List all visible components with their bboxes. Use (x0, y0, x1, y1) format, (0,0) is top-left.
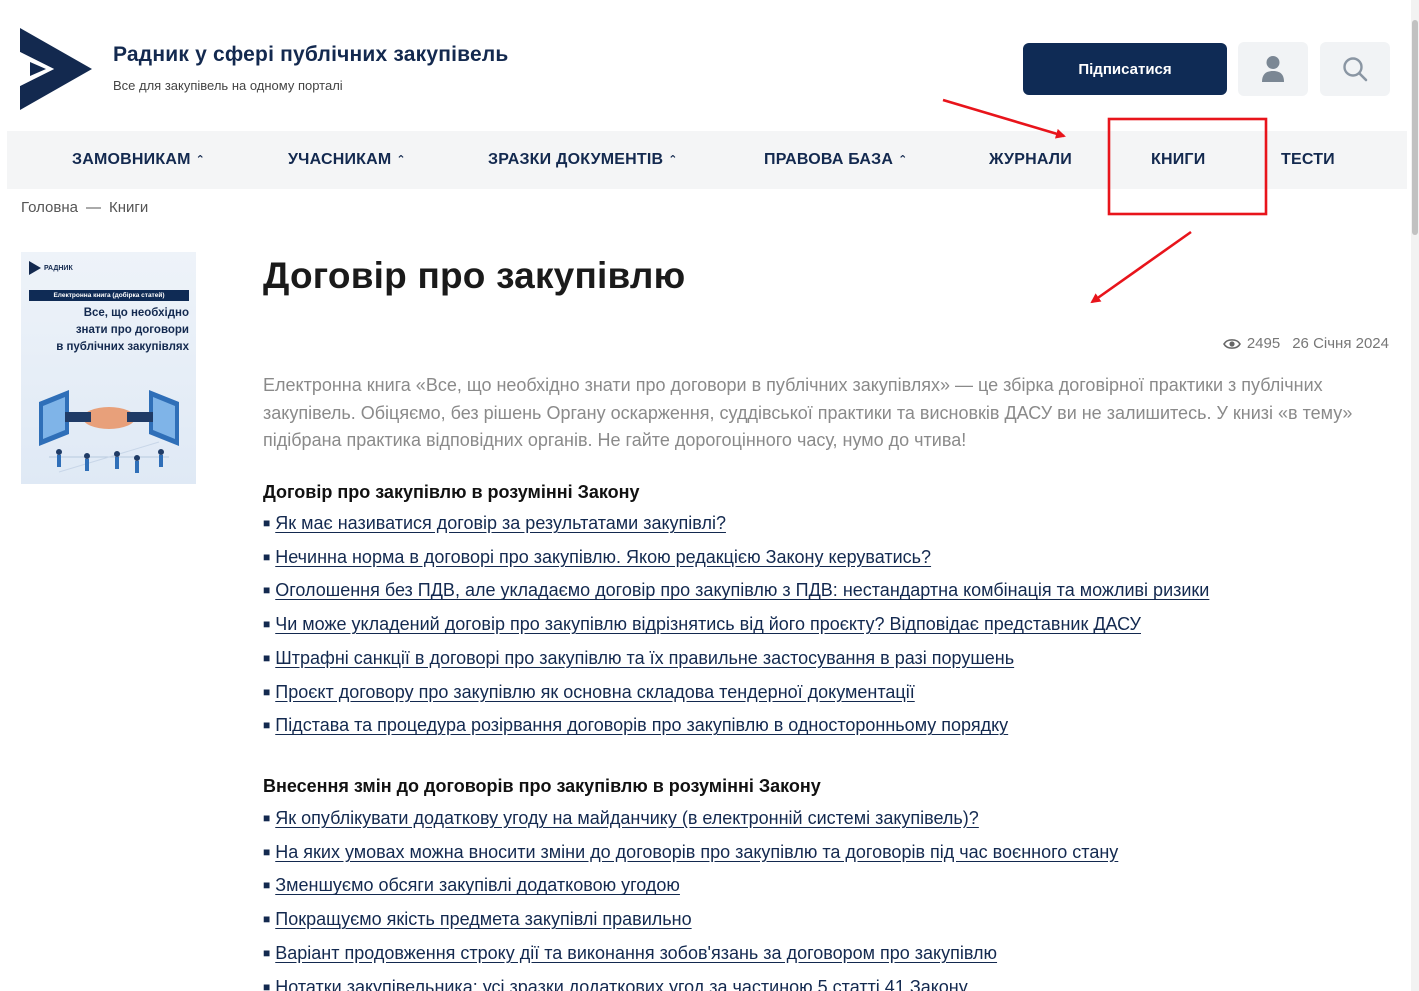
subscribe-button[interactable]: Підписатися (1023, 43, 1227, 95)
article-link-list: ■ Як має називатися договір за результата… (263, 508, 1209, 744)
list-item: ■ Штрафні санкції в договорі про закупівл… (263, 643, 1209, 677)
nav-item-journals[interactable]: ЖУРНАЛИ (989, 131, 1072, 189)
annotation-arrow (1090, 230, 1192, 304)
bullet-icon: ■ (263, 583, 271, 598)
user-icon (1262, 56, 1284, 82)
list-item: ■ Нечинна норма в договорі про закупівлю.… (263, 542, 1209, 576)
logo-icon[interactable] (20, 28, 92, 110)
article-link[interactable]: Підстава та процедура розірвання договор… (275, 715, 1008, 735)
nav-item-participants[interactable]: УЧАСНИКАМ ⌃ (288, 131, 406, 189)
article-title: Договір про закупівлю (263, 255, 686, 296)
list-item: ■ Варіант продовження строку дії та викон… (263, 938, 1118, 972)
bullet-icon: ■ (263, 844, 271, 859)
article-link[interactable]: Проєкт договору про закупівлю як основна… (275, 682, 914, 702)
list-item: ■ Підстава та процедура розірвання догово… (263, 710, 1209, 744)
section-heading: Внесення змін до договорів про закупівлю… (263, 776, 821, 796)
bullet-icon: ■ (263, 878, 271, 893)
breadcrumb-separator: — (86, 199, 101, 216)
list-item: ■ Оголошення без ПДВ, але укладаємо догов… (263, 575, 1209, 609)
book-cover-image: РАДНИК Електронна книга (добірка статей)… (21, 252, 196, 484)
breadcrumb: Головна — Книги (21, 199, 148, 216)
cover-title: Все, що необхідно знати про договори в п… (56, 307, 189, 353)
user-account-button[interactable] (1238, 42, 1308, 96)
nav-item-legal-base[interactable]: ПРАВОВА БАЗА ⌃ (764, 131, 908, 189)
article-link[interactable]: Покращуємо якість предмета закупівлі пра… (275, 909, 691, 929)
list-item: ■ Покращуємо якість предмета закупівлі пр… (263, 904, 1118, 938)
article-link[interactable]: Як має називатися договір за результатам… (275, 513, 726, 533)
eye-icon (1222, 338, 1241, 349)
article-intro: Електронна книга «Все, що необхідно знат… (263, 375, 1353, 450)
article-link[interactable]: Нотатки закупівельника: усі зразки додат… (275, 977, 968, 991)
list-item: ■ Чи може укладений договір про закупівлю… (263, 609, 1209, 643)
site-tagline: Все для закупівель на одному порталі (113, 78, 343, 93)
bullet-icon: ■ (263, 718, 271, 733)
search-button[interactable] (1320, 42, 1390, 96)
search-icon (1343, 57, 1368, 82)
nav-item-document-samples[interactable]: ЗРАЗКИ ДОКУМЕНТІВ ⌃ (488, 131, 678, 189)
chevron-up-icon: ⌃ (668, 154, 678, 166)
list-item: ■ Як має називатися договір за результата… (263, 508, 1209, 542)
article-link[interactable]: Оголошення без ПДВ, але укладаємо догові… (275, 580, 1209, 600)
handshake-illustration (39, 390, 179, 473)
chevron-up-icon: ⌃ (195, 154, 206, 166)
article-link[interactable]: Як опублікувати додаткову угоду на майда… (275, 808, 979, 828)
bullet-icon: ■ (263, 549, 271, 564)
article-link[interactable]: Штрафні санкції в договорі про закупівлю… (275, 648, 1014, 668)
chevron-up-icon: ⌃ (396, 154, 406, 166)
scrollbar-thumb[interactable] (1412, 20, 1418, 235)
list-item: ■ Зменшуємо обсяги закупівлі додатковою у… (263, 870, 1118, 904)
bullet-icon: ■ (263, 650, 271, 665)
list-item: ■ Як опублікувати додаткову угоду на майд… (263, 803, 1118, 837)
chevron-up-icon: ⌃ (898, 154, 908, 166)
bullet-icon: ■ (263, 617, 271, 632)
nav-item-customers[interactable]: ЗАМОВНИКАМ ⌃ (72, 131, 205, 189)
section-heading: Договір про закупівлю в розумінні Закону (263, 482, 640, 502)
view-count: 2495 (1246, 335, 1281, 352)
article-meta: 2495 26 Січня 2024 (1222, 335, 1389, 352)
article-link[interactable]: Нечинна норма в договорі про закупівлю. … (275, 547, 931, 567)
bullet-icon: ■ (263, 684, 271, 699)
publish-date: 26 Січня 2024 (1292, 335, 1389, 352)
list-item: ■ Проєкт договору про закупівлю як основн… (263, 677, 1209, 711)
bullet-icon: ■ (263, 811, 271, 825)
cover-band: Електронна книга (добірка статей) (29, 290, 189, 301)
logo-icon (29, 261, 41, 275)
article-link[interactable]: Варіант продовження строку дії та викона… (275, 943, 997, 963)
article-link-list: ■ Як опублікувати додаткову угоду на майд… (263, 803, 1118, 991)
article-link[interactable]: Зменшуємо обсяги закупівлі додатковою уг… (275, 875, 680, 895)
breadcrumb-home-link[interactable]: Головна (21, 199, 78, 216)
nav-item-books[interactable]: КНИГИ (1151, 131, 1205, 189)
article-link[interactable]: На яких умовах можна вносити зміни до до… (275, 842, 1118, 862)
site-title[interactable]: Радник у сфері публічних закупівель (113, 43, 509, 67)
bullet-icon: ■ (263, 945, 271, 960)
bullet-icon: ■ (263, 979, 271, 991)
list-item: ■ На яких умовах можна вносити зміни до д… (263, 837, 1118, 871)
scrollbar[interactable] (1411, 0, 1419, 991)
bullet-icon: ■ (263, 516, 271, 530)
article-link[interactable]: Чи може укладений договір про закупівлю … (275, 614, 1141, 634)
nav-item-tests[interactable]: ТЕСТИ (1281, 131, 1335, 189)
main-nav: ЗАМОВНИКАМ ⌃ УЧАСНИКАМ ⌃ ЗРАЗКИ ДОКУМЕНТІВ… (7, 131, 1407, 189)
list-item: ■ Нотатки закупівельника: усі зразки дода… (263, 972, 1118, 991)
breadcrumb-current[interactable]: Книги (109, 199, 148, 216)
bullet-icon: ■ (263, 912, 271, 927)
cover-brand: РАДНИК (29, 261, 73, 275)
